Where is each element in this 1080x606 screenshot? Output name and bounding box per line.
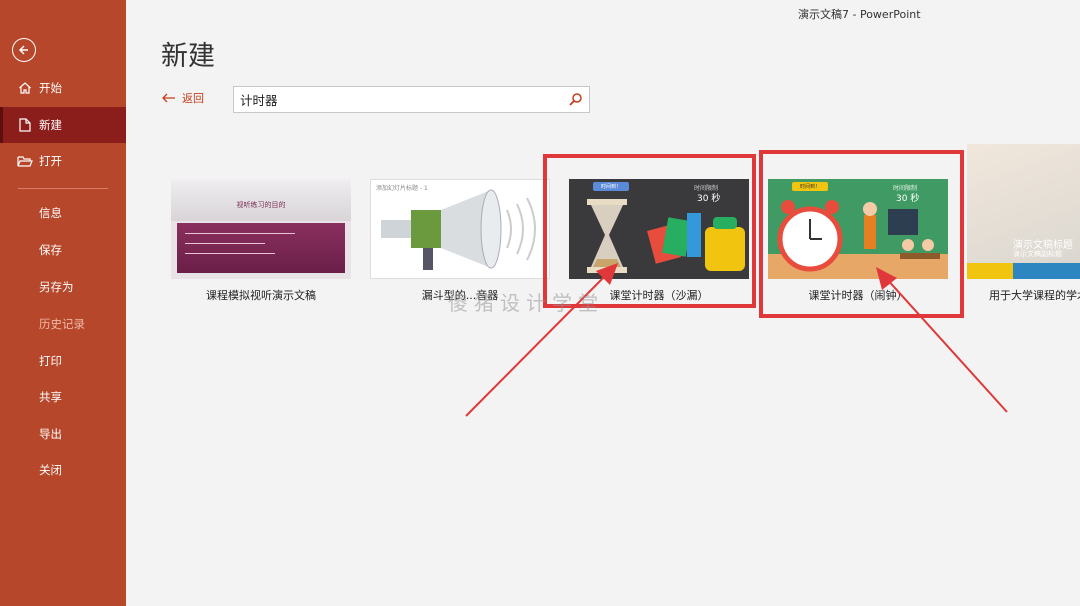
watermark: 傻猪设计学堂 — [448, 291, 604, 315]
sidebar-item-label: 保存 — [39, 243, 62, 257]
template-card[interactable]: 添加幻灯片标题 - 1 漏斗型的...音器 — [370, 179, 550, 303]
sidebar-item-export[interactable]: 导出 — [0, 416, 126, 452]
highlight-box — [543, 154, 756, 308]
home-icon — [17, 81, 33, 95]
template-thumbnail: 演示文稿标题 演示文稿副标题 — [967, 144, 1080, 279]
sidebar-item-label: 关闭 — [39, 463, 62, 477]
template-card[interactable]: 演示文稿标题 演示文稿副标题 用于大学课程的学术 — [967, 144, 1080, 303]
sidebar-item-save[interactable]: 保存 — [0, 232, 126, 268]
sidebar-item-label: 共享 — [39, 390, 62, 404]
highlight-box — [759, 150, 964, 318]
sidebar-item-label: 信息 — [39, 206, 62, 220]
sidebar-item-label: 开始 — [39, 81, 62, 95]
back-arrow-icon[interactable] — [12, 38, 36, 62]
back-link[interactable]: 返回 — [162, 90, 204, 106]
sidebar-item-save-as[interactable]: 另存为 — [0, 269, 126, 305]
sidebar-divider — [18, 188, 108, 189]
slide-title: 视听练习的目的 — [236, 201, 286, 209]
sidebar-item-label: 历史记录 — [39, 317, 85, 331]
template-search[interactable] — [233, 86, 590, 113]
sidebar-item-close[interactable]: 关闭 — [0, 452, 126, 488]
sidebar-item-info[interactable]: 信息 — [0, 195, 126, 231]
backstage-sidebar: 开始 新建 打开 信息 保存 另存为 历史记录 打印 共享 导出 关闭 — [0, 0, 126, 606]
sidebar-item-open[interactable]: 打开 — [0, 143, 126, 179]
new-document-icon — [17, 118, 33, 132]
search-icon[interactable] — [569, 92, 583, 106]
page-title: 新建 — [161, 41, 215, 72]
sidebar-item-label: 另存为 — [39, 280, 74, 294]
template-caption: 课程模拟视听演示文稿 — [206, 289, 316, 302]
sidebar-item-history[interactable]: 历史记录 — [0, 306, 126, 342]
window-title: 演示文稿7 - PowerPoint — [798, 8, 921, 21]
slide-subtitle: 演示文稿副标题 — [1013, 250, 1062, 258]
sidebar-item-home[interactable]: 开始 — [0, 70, 126, 106]
template-caption: 用于大学课程的学术 — [989, 289, 1080, 302]
back-link-label: 返回 — [182, 92, 204, 105]
search-input[interactable] — [234, 87, 566, 112]
left-arrow-icon — [162, 93, 175, 103]
template-card[interactable]: 视听练习的目的 课程模拟视听演示文稿 — [171, 179, 351, 303]
sidebar-item-print[interactable]: 打印 — [0, 343, 126, 379]
template-thumbnail: 视听练习的目的 — [171, 179, 351, 279]
sidebar-item-label: 新建 — [39, 118, 62, 132]
sidebar-item-label: 导出 — [39, 427, 62, 441]
sidebar-item-new[interactable]: 新建 — [0, 107, 126, 143]
megaphone-illustration — [381, 189, 536, 270]
sidebar-item-label: 打印 — [39, 354, 62, 368]
folder-open-icon — [17, 155, 33, 168]
template-thumbnail: 添加幻灯片标题 - 1 — [370, 179, 550, 279]
sidebar-item-share[interactable]: 共享 — [0, 379, 126, 415]
sidebar-item-label: 打开 — [39, 154, 62, 168]
